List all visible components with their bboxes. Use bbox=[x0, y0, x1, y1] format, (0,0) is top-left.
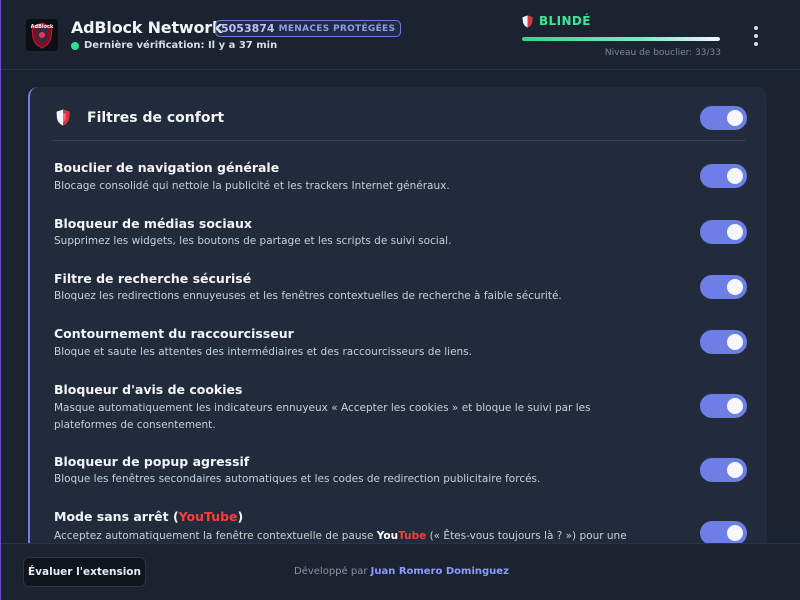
shield-level-bar bbox=[522, 37, 720, 41]
filter-description: Bloque et saute les attentes des intermé… bbox=[54, 346, 472, 358]
status-dot-icon bbox=[71, 41, 79, 50]
card-header: Filtres de confort bbox=[30, 87, 767, 141]
youtube-you-text: You bbox=[178, 509, 205, 524]
more-dot-icon bbox=[754, 34, 758, 38]
header: AdBlock AdBlock Network 5053874 MENACES … bbox=[1, 0, 800, 70]
filter-description: Bloque les fenêtres secondaires automati… bbox=[54, 473, 541, 485]
shield-icon bbox=[56, 109, 70, 126]
filter-title-text: Mode sans arrêt ( bbox=[54, 509, 179, 524]
filter-title: Contournement du raccourcisseur bbox=[54, 326, 294, 341]
filter-title: Bouclier de navigation générale bbox=[54, 160, 280, 175]
filter-toggle[interactable] bbox=[700, 458, 747, 482]
filter-toggle[interactable] bbox=[700, 220, 747, 244]
filter-toggle[interactable] bbox=[700, 164, 747, 188]
filter-title-suffix: ) bbox=[237, 509, 244, 524]
filter-description: Blocage consolidé qui nettoie la publici… bbox=[54, 180, 450, 192]
threat-badge: 5053874 MENACES PROTÉGÉES bbox=[215, 20, 402, 37]
footer: Évaluer l'extension Développé par Juan R… bbox=[1, 543, 800, 600]
filter-description: Bloquez les redirections ennuyeuses et l… bbox=[54, 290, 562, 302]
shield-level-fill bbox=[522, 37, 720, 41]
master-toggle[interactable] bbox=[700, 106, 747, 130]
filter-title: Bloqueur d'avis de cookies bbox=[54, 382, 243, 397]
last-check-status: Dernière vérification: Il y a 37 min bbox=[71, 40, 277, 51]
more-menu-button[interactable] bbox=[749, 26, 763, 46]
filter-toggle[interactable] bbox=[700, 394, 747, 418]
app-logo: AdBlock bbox=[26, 19, 58, 51]
filter-description: Masque automatiquement les indicateurs e… bbox=[54, 402, 591, 431]
more-dot-icon bbox=[754, 26, 758, 30]
threat-label: MENACES PROTÉGÉES bbox=[278, 23, 396, 34]
desc-text: Acceptez automatiquement la fenêtre cont… bbox=[54, 530, 377, 542]
filter-title: Mode sans arrêt (YouTube) bbox=[54, 509, 243, 524]
developer-link[interactable]: Juan Romero Dominguez bbox=[371, 566, 509, 577]
developer-prefix: Développé par bbox=[294, 566, 368, 577]
more-dot-icon bbox=[754, 42, 758, 46]
filter-toggle[interactable] bbox=[700, 521, 747, 545]
shield-level-text: Niveau de bouclier: 33/33 bbox=[604, 48, 721, 58]
comfort-filters-card: Filtres de confort Bouclier de navigatio… bbox=[28, 87, 767, 557]
card-title: Filtres de confort bbox=[87, 110, 225, 126]
desc-text-suffix: (« Êtes-vous toujours là ? ») pour une bbox=[426, 530, 627, 542]
filter-title: Bloqueur de médias sociaux bbox=[54, 216, 252, 231]
app-title: AdBlock Network bbox=[71, 18, 223, 37]
last-check-text: Dernière vérification: Il y a 37 min bbox=[84, 40, 278, 51]
youtube-tube-text: Tube bbox=[204, 509, 238, 524]
filter-toggle[interactable] bbox=[700, 330, 747, 354]
youtube-tube-text: Tube bbox=[398, 530, 427, 542]
filter-toggle[interactable] bbox=[700, 275, 747, 299]
threat-count: 5053874 bbox=[221, 22, 275, 35]
extension-popup: AdBlock AdBlock Network 5053874 MENACES … bbox=[0, 0, 800, 600]
shield-status: BLINDÉ bbox=[522, 14, 591, 28]
shield-status-label: BLINDÉ bbox=[539, 14, 591, 28]
divider bbox=[52, 140, 746, 141]
filter-title: Bloqueur de popup agressif bbox=[54, 454, 250, 469]
filter-description: Supprimez les widgets, les boutons de pa… bbox=[54, 235, 452, 247]
rate-extension-button[interactable]: Évaluer l'extension bbox=[23, 557, 146, 587]
filter-title: Filtre de recherche sécurisé bbox=[54, 271, 252, 286]
youtube-you-text: You bbox=[376, 530, 399, 542]
developer-credit: Développé par Juan Romero Dominguez bbox=[294, 566, 509, 577]
shield-icon bbox=[522, 15, 533, 27]
svg-text:AdBlock: AdBlock bbox=[31, 24, 54, 30]
